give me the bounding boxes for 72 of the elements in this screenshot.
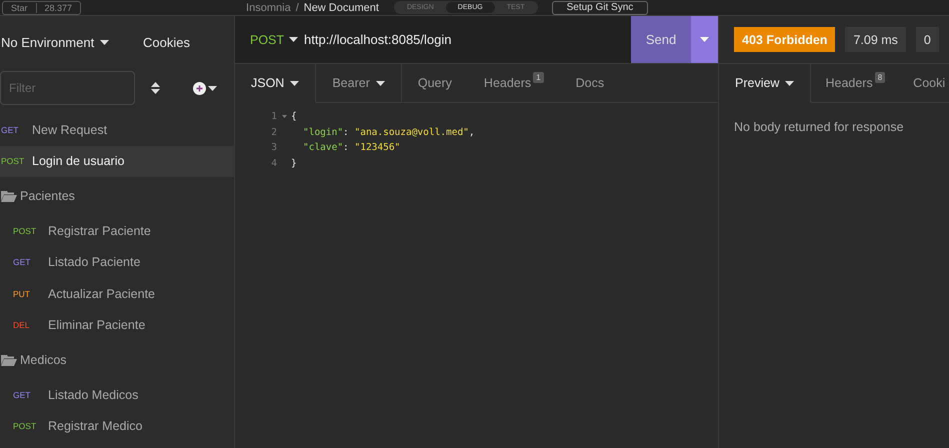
method-dropdown[interactable]: POST [235, 32, 298, 46]
method-label: POST [13, 421, 38, 432]
line-number: 4 [270, 158, 277, 169]
sidebar-request[interactable]: GET Listado Paciente [0, 246, 234, 278]
filter-field[interactable]: Filter [0, 71, 135, 105]
request-tab[interactable]: Query [402, 64, 468, 103]
sidebar-request[interactable]: GET New Request [0, 114, 234, 146]
request-name: Eliminar Paciente [48, 318, 146, 332]
cookies-button[interactable]: Cookies [143, 34, 190, 50]
request-name: New Request [32, 122, 108, 137]
method-label: POST [13, 226, 38, 236]
request-name: Listado Paciente [48, 255, 140, 270]
code-editor[interactable]: 1 { 2 "login": "ana.souza@voll.med", 3 "clave": "123456" 4 } [235, 103, 718, 171]
request-name: Login de usuario [32, 154, 124, 168]
add-menu-button[interactable] [193, 82, 217, 94]
method-label: GET [1, 124, 20, 135]
request-tab[interactable]: Headers $^{1}$ [468, 64, 560, 103]
line-number: 2 [270, 126, 277, 138]
request-name: Registrar Paciente [48, 224, 151, 238]
request-name: Actualizar Paciente [48, 286, 156, 301]
request-tab[interactable]: JSON [235, 64, 316, 103]
send-button[interactable]: Send [631, 16, 691, 63]
code-line: "login": "ana.souza@voll.med", [302, 126, 475, 138]
request-tab[interactable]: Bearer [316, 64, 402, 103]
line-number: 3 [270, 142, 277, 154]
environment-dropdown[interactable]: No Environment [1, 34, 110, 50]
empty-response-message: No body returned for response [733, 119, 905, 136]
caret-icon [290, 80, 300, 86]
sidebar-folder[interactable]: Pacientes [0, 177, 234, 215]
caret-icon [289, 37, 298, 42]
caret-icon [700, 37, 709, 42]
line-number: 1 [270, 111, 277, 122]
folder-name: Pacientes [20, 189, 75, 203]
request-tab[interactable]: Docs [560, 64, 620, 103]
method-label: PUT [13, 288, 31, 299]
sidebar-request[interactable]: GET Listado Medicos [0, 379, 234, 410]
url-field[interactable]: http://localhost:8085/login [298, 32, 631, 47]
fold-icon[interactable] [282, 115, 286, 118]
method-label: DEL [13, 320, 31, 330]
code-line: "clave": "123456" [302, 142, 400, 154]
sort-icon[interactable] [151, 82, 160, 94]
method-label: GET [13, 390, 32, 400]
response-tab[interactable]: Headers $^{8}$ [811, 64, 900, 103]
sidebar-request[interactable]: POST Registrar Paciente [0, 215, 234, 246]
response-tab[interactable]: Preview [719, 64, 812, 103]
caret-icon [785, 80, 794, 86]
breadcrumb-separator: / [296, 2, 299, 14]
sidebar-request[interactable]: DEL Eliminar Paciente [0, 310, 234, 341]
response-tab[interactable]: Cooki [899, 64, 949, 103]
document-name[interactable]: New Document [304, 2, 379, 14]
caret-icon [376, 80, 385, 86]
method-label: POST [1, 156, 26, 166]
code-line: { [291, 111, 297, 122]
folder-name: Medicos [20, 353, 67, 367]
method-label: GET [13, 257, 32, 268]
github-star-button[interactable]: Star 28.377 [2, 0, 82, 14]
sidebar-request[interactable]: POST Login de usuario [0, 146, 234, 177]
count-badge: 1 [533, 72, 544, 83]
request-name: Listado Medicos [48, 388, 138, 402]
app-name[interactable]: Insomnia [246, 2, 291, 14]
size-badge: 0 [916, 27, 939, 52]
git-sync-button[interactable]: Setup Git Sync [552, 0, 648, 14]
sidebar-request[interactable]: POST Registrar Medico [0, 410, 234, 442]
count-badge: 8 [874, 72, 886, 83]
request-name: Registrar Medico [48, 419, 142, 434]
caret-icon [208, 86, 217, 90]
caret-icon [100, 40, 110, 44]
code-line: } [291, 158, 297, 169]
sidebar-request[interactable]: PUT Actualizar Paciente [0, 278, 234, 310]
status-badge: 403 Forbidden [734, 27, 836, 52]
sidebar-folder[interactable]: Medicos [0, 341, 234, 379]
time-badge: 7.09 ms [845, 27, 906, 52]
